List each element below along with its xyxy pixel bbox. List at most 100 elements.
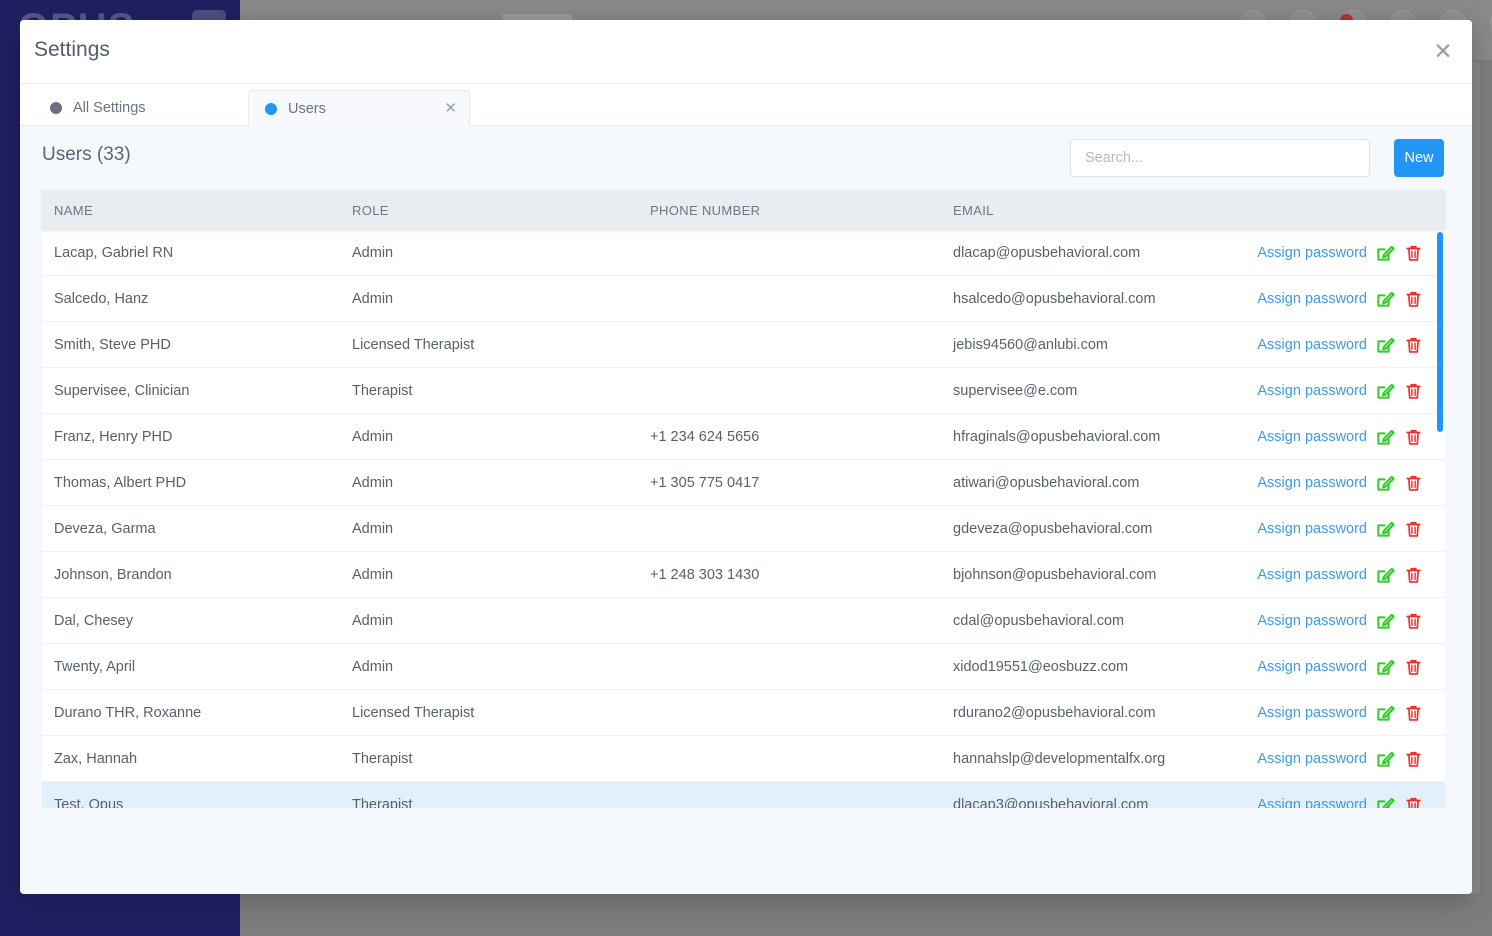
edit-pencil-icon[interactable] — [1376, 427, 1395, 447]
edit-pencil-icon[interactable] — [1376, 611, 1395, 631]
assign-password-link[interactable]: Assign password — [1257, 291, 1367, 307]
assign-password-link[interactable]: Assign password — [1257, 567, 1367, 583]
modal-header: Settings ✕ — [20, 20, 1472, 84]
table-body: Lacap, Gabriel RN Admin dlacap@opusbehavio… — [42, 230, 1445, 808]
assign-password-link[interactable]: Assign password — [1257, 429, 1367, 445]
assign-password-link[interactable]: Assign password — [1257, 337, 1367, 353]
trash-icon[interactable] — [1404, 611, 1423, 631]
table-scrollbar[interactable] — [1437, 232, 1443, 432]
cell-actions: Assign password — [1241, 381, 1445, 401]
assign-password-link[interactable]: Assign password — [1257, 521, 1367, 537]
trash-icon[interactable] — [1404, 749, 1423, 769]
modal-body: Users (33) New NAME ROLE PHONE NUMBER EM… — [20, 126, 1472, 894]
edit-pencil-icon[interactable] — [1376, 565, 1395, 585]
table-row[interactable]: Lacap, Gabriel RN Admin dlacap@opusbehavio… — [42, 230, 1445, 276]
trash-icon[interactable] — [1404, 289, 1423, 309]
cell-phone: +1 234 624 5656 — [650, 428, 760, 445]
cell-name: Zax, Hannah — [54, 750, 138, 767]
trash-icon[interactable] — [1404, 657, 1423, 677]
cell-role: Admin — [352, 244, 394, 261]
users-table: NAME ROLE PHONE NUMBER EMAIL Lacap, Gabr… — [42, 190, 1445, 808]
new-user-button[interactable]: New — [1394, 139, 1444, 177]
cell-name: Franz, Henry PHD — [54, 428, 173, 445]
cell-role: Admin — [352, 474, 394, 491]
assign-password-link[interactable]: Assign password — [1257, 751, 1367, 767]
trash-icon[interactable] — [1404, 335, 1423, 355]
cell-role: Therapist — [352, 796, 413, 809]
cell-actions: Assign password — [1241, 289, 1445, 309]
close-icon[interactable]: ✕ — [1428, 36, 1458, 66]
cell-phone: +1 305 775 0417 — [650, 474, 760, 491]
cell-phone: +1 248 303 1430 — [650, 566, 760, 583]
edit-pencil-icon[interactable] — [1376, 657, 1395, 677]
tab-users[interactable]: Users ✕ — [248, 90, 470, 126]
cell-role: Licensed Therapist — [352, 336, 475, 353]
edit-pencil-icon[interactable] — [1376, 795, 1395, 808]
edit-pencil-icon[interactable] — [1376, 519, 1395, 539]
cell-email: gdeveza@opusbehavioral.com — [953, 520, 1153, 537]
edit-pencil-icon[interactable] — [1376, 243, 1395, 263]
edit-pencil-icon[interactable] — [1376, 473, 1395, 493]
search-input[interactable] — [1070, 139, 1370, 177]
cell-actions: Assign password — [1241, 427, 1445, 447]
table-row[interactable]: Test, Opus Therapist dlacap3@opusbehaviora… — [42, 782, 1445, 808]
edit-pencil-icon[interactable] — [1376, 289, 1395, 309]
trash-icon[interactable] — [1404, 381, 1423, 401]
assign-password-link[interactable]: Assign password — [1257, 475, 1367, 491]
cell-email: bjohnson@opusbehavioral.com — [953, 566, 1157, 583]
assign-password-link[interactable]: Assign password — [1257, 705, 1367, 721]
cell-email: supervisee@e.com — [953, 382, 1078, 399]
table-row[interactable]: Franz, Henry PHD Admin +1 234 624 5656 hfra… — [42, 414, 1445, 460]
assign-password-link[interactable]: Assign password — [1257, 245, 1367, 261]
assign-password-link[interactable]: Assign password — [1257, 383, 1367, 399]
cell-role: Admin — [352, 566, 394, 583]
assign-password-link[interactable]: Assign password — [1257, 797, 1367, 809]
cell-name: Test, Opus — [54, 796, 124, 809]
tab-all-settings[interactable]: All Settings — [34, 90, 162, 126]
cell-email: hsalcedo@opusbehavioral.com — [953, 290, 1156, 307]
cell-actions: Assign password — [1241, 657, 1445, 677]
cell-role: Admin — [352, 290, 394, 307]
edit-pencil-icon[interactable] — [1376, 381, 1395, 401]
table-row[interactable]: Smith, Steve PHD Licensed Therapist jebis9… — [42, 322, 1445, 368]
edit-pencil-icon[interactable] — [1376, 703, 1395, 723]
table-row[interactable]: Twenty, April Admin xidod19551@eosbuzz.com… — [42, 644, 1445, 690]
table-row[interactable]: Salcedo, Hanz Admin hsalcedo@opusbehaviora… — [42, 276, 1445, 322]
cell-actions: Assign password — [1241, 335, 1445, 355]
trash-icon[interactable] — [1404, 703, 1423, 723]
cell-name: Thomas, Albert PHD — [54, 474, 187, 491]
trash-icon[interactable] — [1404, 473, 1423, 493]
cell-actions: Assign password — [1241, 703, 1445, 723]
table-row[interactable]: Johnson, Brandon Admin +1 248 303 1430 bjoh… — [42, 552, 1445, 598]
trash-icon[interactable] — [1404, 795, 1423, 808]
cell-name: Durano THR, Roxanne — [54, 704, 202, 721]
trash-icon[interactable] — [1404, 519, 1423, 539]
table-row[interactable]: Dal, Chesey Admin cdal@opusbehavioral.com A… — [42, 598, 1445, 644]
assign-password-link[interactable]: Assign password — [1257, 613, 1367, 629]
edit-pencil-icon[interactable] — [1376, 749, 1395, 769]
cell-email: dlacap3@opusbehavioral.com — [953, 796, 1149, 809]
cell-name: Dal, Chesey — [54, 612, 133, 629]
trash-icon[interactable] — [1404, 565, 1423, 585]
table-row[interactable]: Zax, Hannah Therapist hannahslp@developmen… — [42, 736, 1445, 782]
edit-pencil-icon[interactable] — [1376, 335, 1395, 355]
table-row[interactable]: Deveza, Garma Admin gdeveza@opusbehavioral… — [42, 506, 1445, 552]
cell-email: cdal@opusbehavioral.com — [953, 612, 1125, 629]
table-row[interactable]: Durano THR, Roxanne Licensed Therapist rdu… — [42, 690, 1445, 736]
cell-email: hannahslp@developmentalfx.org — [953, 750, 1166, 767]
trash-icon[interactable] — [1404, 243, 1423, 263]
cell-name: Deveza, Garma — [54, 520, 156, 537]
cell-actions: Assign password — [1241, 749, 1445, 769]
table-row[interactable]: Supervisee, Clinician Therapist supervisee… — [42, 368, 1445, 414]
cell-email: atiwari@opusbehavioral.com — [953, 474, 1140, 491]
cell-role: Licensed Therapist — [352, 704, 475, 721]
assign-password-link[interactable]: Assign password — [1257, 659, 1367, 675]
cell-actions: Assign password — [1241, 519, 1445, 539]
cell-name: Lacap, Gabriel RN — [54, 244, 174, 261]
trash-icon[interactable] — [1404, 427, 1423, 447]
tab-status-dot-icon — [265, 102, 277, 115]
tab-close-icon[interactable]: ✕ — [444, 101, 457, 116]
column-header-name: NAME — [54, 202, 93, 218]
table-row[interactable]: Thomas, Albert PHD Admin +1 305 775 0417 at… — [42, 460, 1445, 506]
cell-email: hfraginals@opusbehavioral.com — [953, 428, 1161, 445]
